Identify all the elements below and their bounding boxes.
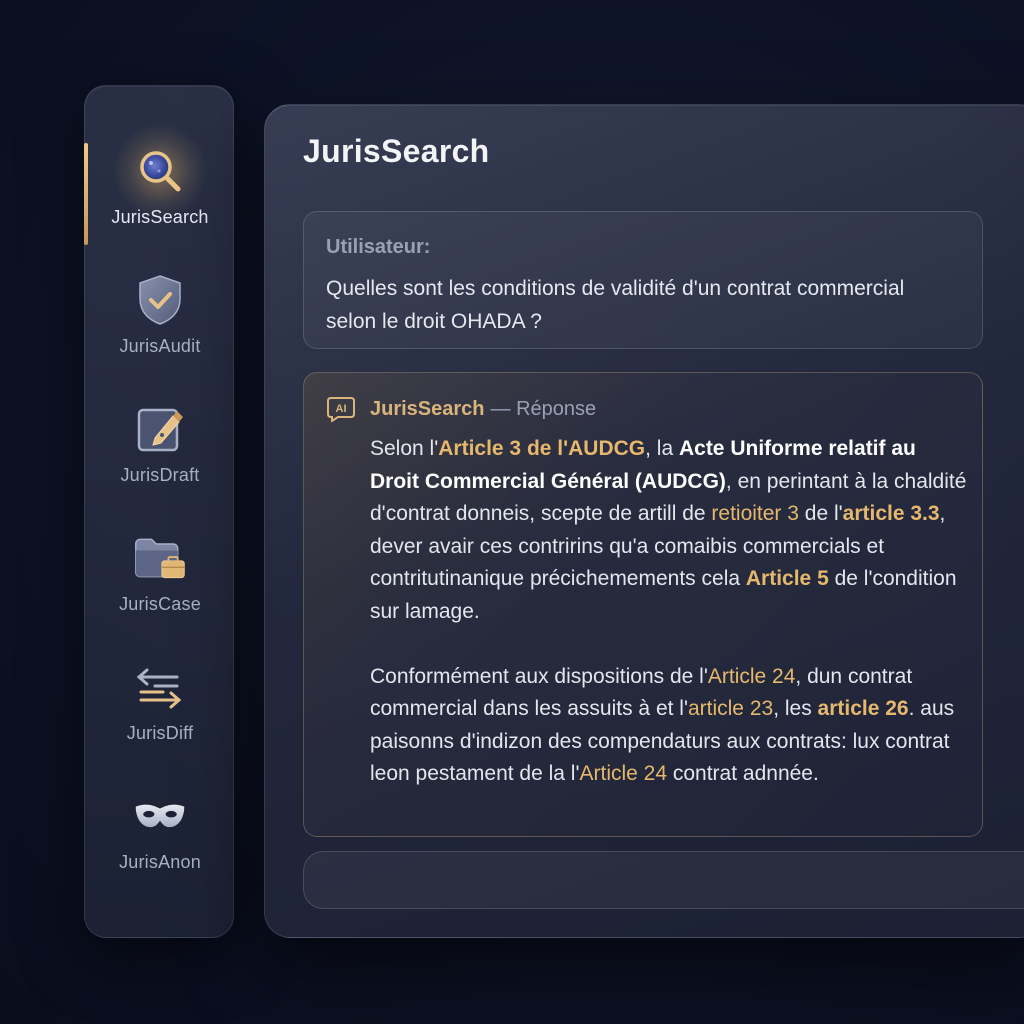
article-reference: Article 5: [745, 567, 829, 590]
sidebar-item-jurisanon[interactable]: JurisAnon: [85, 788, 235, 906]
assistant-reply-card: AI JurisSearch — Réponse Selon l'Article…: [303, 372, 983, 837]
folder-briefcase-icon: [132, 530, 188, 586]
sidebar-item-label: JurisSearch: [111, 207, 209, 227]
article-reference: retioiter 3: [711, 502, 799, 525]
reply-text: , les: [773, 697, 818, 720]
mask-icon: [132, 788, 188, 844]
article-reference: article 26: [817, 697, 909, 720]
swap-arrows-icon: [132, 659, 188, 715]
sidebar: JurisSearch JurisAudit JurisDraft JurisC…: [84, 85, 234, 938]
user-message-card: Utilisateur: Quelles sont les conditions…: [303, 211, 983, 349]
sidebar-item-label: JurisDraft: [120, 465, 200, 485]
sidebar-item-jurisdiff[interactable]: JurisDiff: [85, 659, 235, 777]
article-reference: article 23: [687, 697, 774, 720]
article-reference: Article 24: [579, 762, 668, 785]
reply-body: Selon l'Article 3 de l'AUDCG, la Acte Un…: [370, 433, 970, 791]
article-reference: article 3.3: [842, 502, 940, 525]
reply-text: Selon l': [370, 437, 439, 460]
reply-header: AI JurisSearch — Réponse: [326, 395, 596, 423]
reply-text: Conformément aux dispositions de l': [370, 664, 708, 688]
user-message-text: Quelles sont les conditions de validité …: [326, 277, 905, 333]
reply-text: contrat adnnée.: [667, 762, 819, 785]
reply-author: JurisSearch: [370, 397, 485, 420]
reply-text: de l': [798, 502, 843, 525]
reply-paragraph-2: Conformément aux dispositions de l'Artic…: [370, 661, 970, 791]
article-reference: Article 24: [707, 664, 796, 688]
sidebar-item-label: JurisAnon: [119, 852, 201, 872]
svg-text:AI: AI: [336, 403, 347, 415]
user-role-label: Utilisateur:: [326, 236, 431, 258]
active-indicator: [84, 143, 88, 245]
message-input[interactable]: [303, 851, 1024, 909]
sidebar-item-jurisaudit[interactable]: JurisAudit: [85, 272, 235, 390]
shield-check-icon: [132, 272, 188, 328]
sidebar-item-label: JurisCase: [119, 594, 201, 614]
search-icon: [132, 143, 188, 199]
sidebar-item-jurisdraft[interactable]: JurisDraft: [85, 401, 235, 519]
article-reference: Article 3 de l'AUDCG: [438, 437, 646, 460]
reply-text: , la: [645, 437, 679, 460]
page-title: JurisSearch: [303, 133, 490, 169]
pen-document-icon: [132, 401, 188, 457]
sidebar-item-label: JurisAudit: [119, 336, 201, 356]
reply-paragraph-1: Selon l'Article 3 de l'AUDCG, la Acte Un…: [370, 433, 970, 628]
main-panel: JurisSearch Utilisateur: Quelles sont le…: [264, 104, 1024, 938]
reply-suffix: — Réponse: [490, 397, 597, 420]
sidebar-item-label: JurisDiff: [126, 723, 194, 743]
sidebar-item-jurissearch[interactable]: JurisSearch: [84, 123, 235, 261]
sidebar-item-juriscase[interactable]: JurisCase: [85, 530, 235, 648]
ai-icon: AI: [326, 396, 356, 422]
